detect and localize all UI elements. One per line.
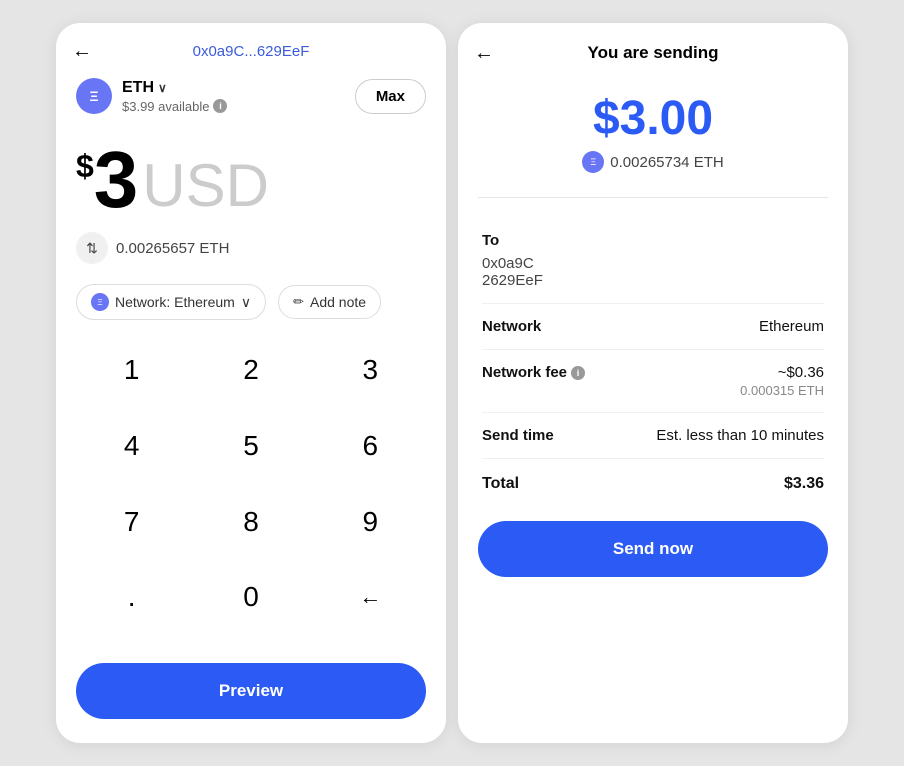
right-header: ← You are sending [458,23,848,71]
fee-info-icon[interactable]: i [571,366,585,380]
network-button[interactable]: Ξ Network: Ethereum ∨ [76,284,266,320]
key-1[interactable]: 1 [72,340,191,400]
key-6[interactable]: 6 [311,416,430,476]
token-name: ETH [122,79,154,97]
key-7[interactable]: 7 [72,492,191,552]
eth-equiv-text: 0.00265657 ETH [116,240,229,257]
swap-icon: ⇅ [86,240,98,257]
to-address-line1: 0x0a9C [482,255,824,272]
divider [478,197,828,198]
total-value: $3.36 [784,475,824,493]
key-8[interactable]: 8 [191,492,310,552]
sending-eth-text: 0.00265734 ETH [610,154,723,171]
add-note-label: Add note [310,294,366,310]
send-time-value: Est. less than 10 minutes [656,427,824,444]
network-chevron: ∨ [241,294,251,311]
fee-usd: ~$0.36 [740,364,824,381]
network-value: Ethereum [759,318,824,335]
right-back-button[interactable]: ← [474,42,494,65]
network-row: Network Ethereum [482,304,824,350]
network-label: Network [482,318,541,335]
to-label: To [482,232,824,249]
left-header: ← 0x0a9C...629EeF [56,23,446,68]
token-info: Ξ ETH ∨ $3.99 available i [76,78,227,114]
amount-number: 3 [94,140,139,220]
options-row: Ξ Network: Ethereum ∨ ✏ Add note [56,272,446,332]
max-button[interactable]: Max [355,79,426,114]
sending-eth-row: Ξ 0.00265734 ETH [478,151,828,173]
amount-currency: USD [142,156,269,216]
key-4[interactable]: 4 [72,416,191,476]
right-panel: ← You are sending $3.00 Ξ 0.00265734 ETH… [458,23,848,743]
key-2[interactable]: 2 [191,340,310,400]
key-3[interactable]: 3 [311,340,430,400]
available-info-icon[interactable]: i [213,99,227,113]
token-available: $3.99 available i [122,99,227,114]
left-panel: ← 0x0a9C...629EeF Ξ ETH ∨ $3.99 availabl… [56,23,446,743]
sending-amount-section: $3.00 Ξ 0.00265734 ETH [458,71,848,185]
token-dropdown-chevron: ∨ [158,81,167,95]
left-back-button[interactable]: ← [72,40,92,63]
network-eth-icon: Ξ [91,293,109,311]
key-dot[interactable]: . [72,567,191,627]
send-now-button[interactable]: Send now [478,521,828,577]
fee-value: ~$0.36 0.000315 ETH [740,364,824,398]
send-time-label: Send time [482,427,554,444]
preview-button[interactable]: Preview [76,663,426,719]
to-address-line2: 2629EeF [482,272,824,289]
total-label: Total [482,475,519,493]
right-title: You are sending [588,43,719,63]
key-backspace[interactable]: ← [311,567,430,627]
swap-icon-button[interactable]: ⇅ [76,232,108,264]
token-row: Ξ ETH ∨ $3.99 available i Max [56,68,446,124]
dollar-sign: $ [76,148,94,185]
pencil-icon: ✏ [293,294,304,310]
amount-display: $ 3 USD [56,124,446,224]
sending-eth-icon: Ξ [582,151,604,173]
key-5[interactable]: 5 [191,416,310,476]
keypad: 1 2 3 4 5 6 7 8 9 . 0 ← [56,332,446,651]
sending-usd: $3.00 [478,95,828,143]
fee-eth: 0.000315 ETH [740,383,824,398]
network-label: Network: Ethereum [115,294,235,310]
eth-equiv-row: ⇅ 0.00265657 ETH [56,224,446,272]
key-9[interactable]: 9 [311,492,430,552]
key-0[interactable]: 0 [191,567,310,627]
send-time-row: Send time Est. less than 10 minutes [482,413,824,459]
to-row: To 0x0a9C 2629EeF [482,218,824,304]
token-name-row[interactable]: ETH ∨ [122,79,227,97]
total-row: Total $3.36 [482,459,824,501]
add-note-button[interactable]: ✏ Add note [278,285,381,319]
network-fee-row: Network fee i ~$0.36 0.000315 ETH [482,350,824,413]
address-link[interactable]: 0x0a9C...629EeF [193,43,310,60]
eth-icon: Ξ [76,78,112,114]
fee-label: Network fee i [482,364,585,381]
details-section: To 0x0a9C 2629EeF Network Ethereum Netwo… [458,210,848,509]
